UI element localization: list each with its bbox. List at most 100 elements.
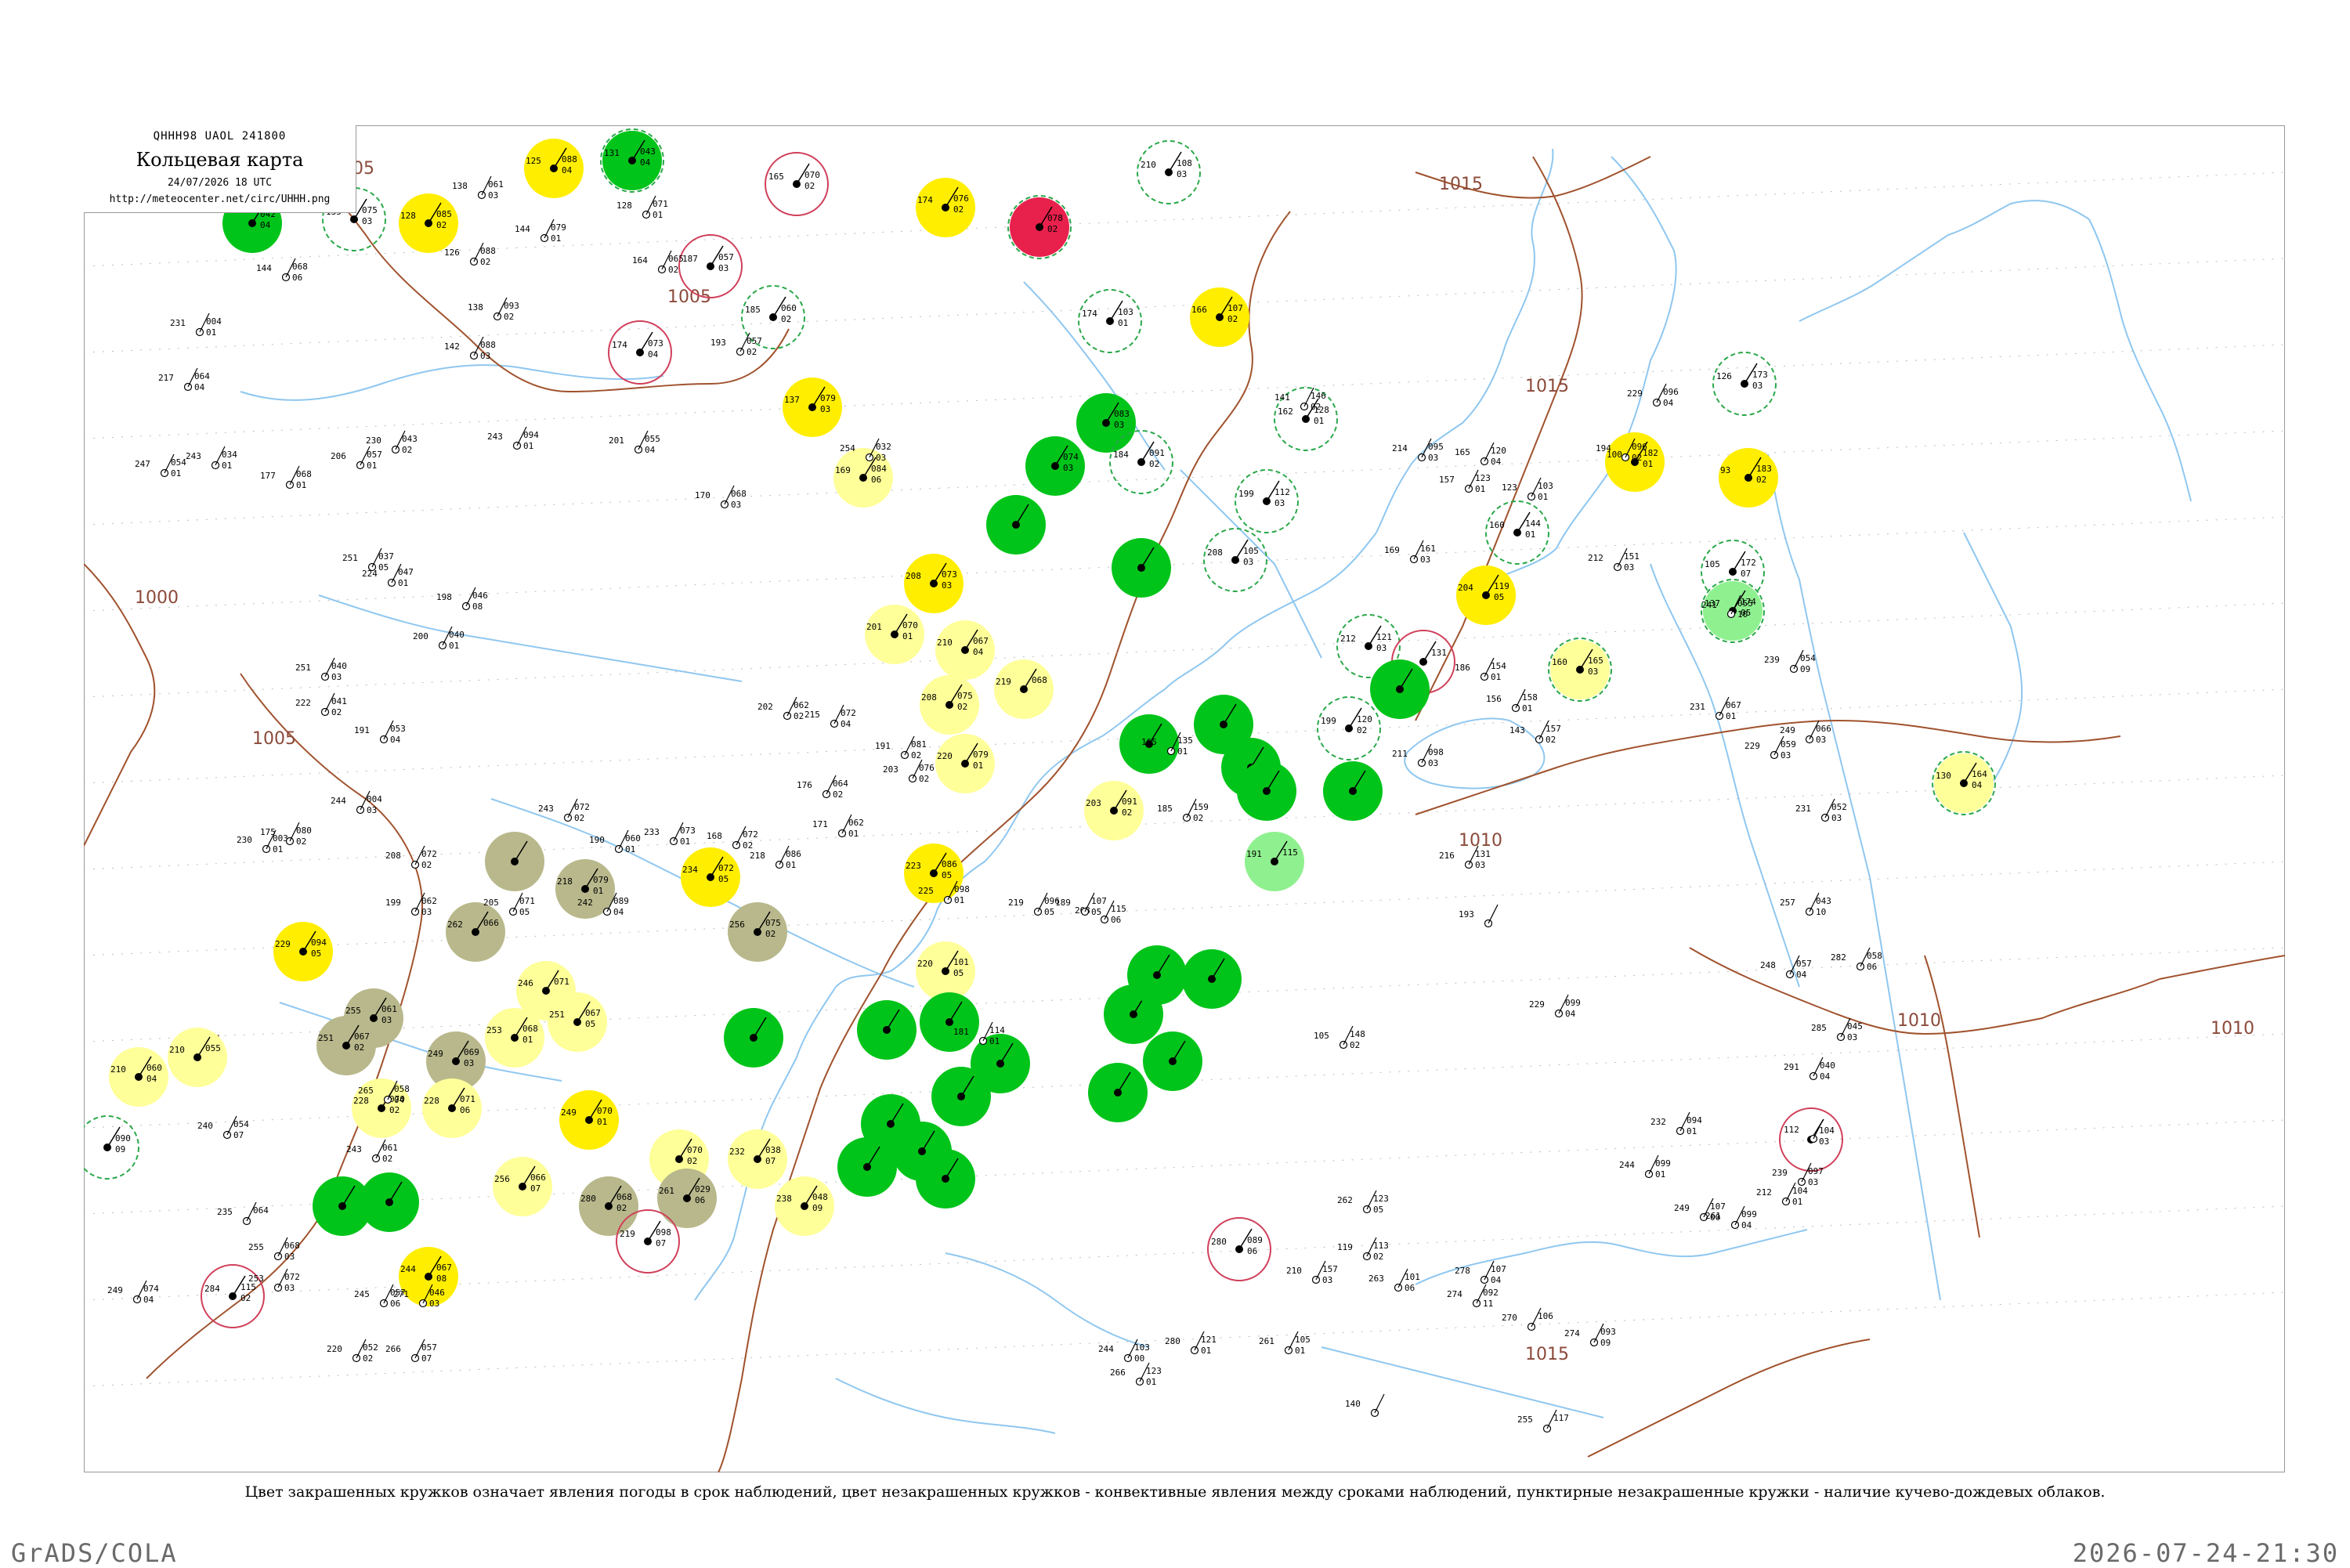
station-temperature: 238 xyxy=(776,1194,792,1204)
plot-pressure: 114 xyxy=(989,1025,1005,1035)
plot-pressure: 154 xyxy=(1491,661,1506,671)
plot-pressure: 099 xyxy=(1741,1209,1757,1219)
plot-pressure: 097 xyxy=(1808,1166,1824,1176)
station-temperature: 208 xyxy=(906,571,921,581)
plot-pressure: 086 xyxy=(786,849,801,859)
station-pressure: 068 xyxy=(616,1192,632,1202)
station-marker: 232 03807 xyxy=(728,1129,787,1189)
plot-pressure: 062 xyxy=(848,818,864,828)
plot-pressure: 093 xyxy=(504,301,519,311)
plot-tendency: 02 xyxy=(833,789,843,800)
station-plot: 244 00403 xyxy=(331,790,382,815)
station-plot: 105 14802 xyxy=(1314,1025,1365,1050)
plot-tendency: 02 xyxy=(296,836,306,847)
station-plot: 291 04004 xyxy=(1784,1057,1835,1082)
plot-pressure: 068 xyxy=(296,469,312,479)
station-marker: 229 09405 xyxy=(273,922,333,981)
plot-tendency: 02 xyxy=(402,445,412,455)
plot-tendency: 02 xyxy=(919,774,929,784)
plot-pressure: 047 xyxy=(398,567,414,577)
plot-temperature: 185 xyxy=(1157,804,1173,814)
plot-temperature: 243 xyxy=(487,432,503,442)
station-pressure: 165 xyxy=(1588,656,1603,666)
isobar-label: 1015 xyxy=(1525,377,1569,396)
source-url[interactable]: http://meteocenter.net/circ/UHHH.png xyxy=(84,193,356,205)
coastline-8 xyxy=(1493,156,1677,580)
plot-tendency: 04 xyxy=(1565,1009,1576,1019)
station-temperature: 166 xyxy=(1191,305,1207,315)
station-tendency: 09 xyxy=(115,1144,125,1154)
station-marker: 220 07901 xyxy=(935,734,995,793)
station-marker: 201 07001 xyxy=(865,605,924,664)
plot-pressure: 066 xyxy=(1816,724,1831,734)
station-plot: 138 06103 xyxy=(452,175,504,201)
plot-temperature: 126 xyxy=(444,247,460,258)
station-pressure: 073 xyxy=(648,338,663,349)
plot-temperature: 210 xyxy=(1286,1266,1302,1276)
station-pressure: 060 xyxy=(146,1063,162,1073)
station-plot: 243 06102 xyxy=(346,1139,398,1164)
station-plot: 212 15103 xyxy=(1588,547,1640,573)
station-marker xyxy=(360,1172,419,1232)
isobar-label: 1005 xyxy=(252,729,296,749)
station-plot: 206 05701 xyxy=(331,446,382,471)
plot-temperature: 171 xyxy=(812,819,828,829)
plot-temperature: 165 xyxy=(1455,447,1470,457)
station-marker: 160 16503 xyxy=(1548,638,1612,702)
station-temperature: 244 xyxy=(400,1264,416,1274)
station-temperature: 219 xyxy=(620,1229,635,1239)
station-tendency: 01 xyxy=(973,761,983,771)
station-marker: 166 10702 xyxy=(1190,287,1249,347)
station-pressure: 057 xyxy=(718,252,734,262)
plot-tendency: 03 xyxy=(1831,813,1842,823)
station-plot: 128 07101 xyxy=(616,195,668,220)
station-marker: 174 07304 xyxy=(608,320,672,385)
station-marker: 210 055 xyxy=(168,1028,227,1087)
station-pressure: 071 xyxy=(554,977,569,987)
plot-tendency: 04 xyxy=(613,907,624,917)
plot-pressure: 148 xyxy=(1350,1029,1365,1039)
plot-temperature: 254 xyxy=(840,443,855,453)
plot-temperature: 219 xyxy=(1008,898,1024,908)
plot-temperature: 245 xyxy=(354,1289,370,1299)
station-temperature: 93 xyxy=(1720,465,1730,475)
station-pressure: 070 xyxy=(804,170,820,180)
station-tendency: 02 xyxy=(1357,725,1367,735)
plot-tendency: 01 xyxy=(523,441,533,451)
isobar-label: 1010 xyxy=(1459,831,1502,851)
station-pressure: 067 xyxy=(436,1263,452,1273)
station-marker: 137 07903 xyxy=(783,378,842,437)
station-plot: 255 117 xyxy=(1517,1409,1569,1433)
plot-temperature: 235 xyxy=(217,1207,233,1217)
plot-tendency: 03 xyxy=(488,190,498,201)
plot-pressure: 064 xyxy=(833,779,848,789)
station-tendency: 03 xyxy=(1274,498,1285,508)
station-tendency: 01 xyxy=(902,631,913,641)
plot-pressure: 004 xyxy=(206,316,222,327)
plot-tendency: 03 xyxy=(1428,758,1438,768)
plot-pressure: 123 xyxy=(1146,1366,1162,1376)
coastline-9 xyxy=(1799,200,2090,322)
station-plot: 170 06803 xyxy=(695,485,747,510)
station-plot: 164 06502 xyxy=(632,250,684,275)
station-tendency: 03 xyxy=(381,1015,392,1025)
station-tendency: 05 xyxy=(311,948,321,959)
station-pressure: 089 xyxy=(1247,1235,1263,1245)
plot-tendency: 06 xyxy=(292,273,302,283)
station-tendency: 02 xyxy=(1756,475,1766,485)
plot-temperature: 271 xyxy=(393,1289,409,1299)
station-tendency: 03 xyxy=(1243,557,1253,567)
plot-temperature: 229 xyxy=(1627,388,1643,399)
station-pressure: 070 xyxy=(597,1106,613,1116)
plot-temperature: 119 xyxy=(1337,1242,1353,1252)
plot-temperature: 243 xyxy=(538,804,554,814)
plot-temperature: 247 xyxy=(135,459,150,469)
station-pressure: 173 xyxy=(1752,370,1768,380)
plot-temperature: 230 xyxy=(237,835,252,845)
station-marker: 131 04304 xyxy=(600,128,664,193)
station-pressure: 069 xyxy=(464,1047,479,1057)
station-temperature: 199 xyxy=(1321,716,1336,726)
station-temperature: 234 xyxy=(682,865,698,875)
isobar-line-11 xyxy=(1838,720,2121,743)
station-pressure: 067 xyxy=(973,636,989,646)
